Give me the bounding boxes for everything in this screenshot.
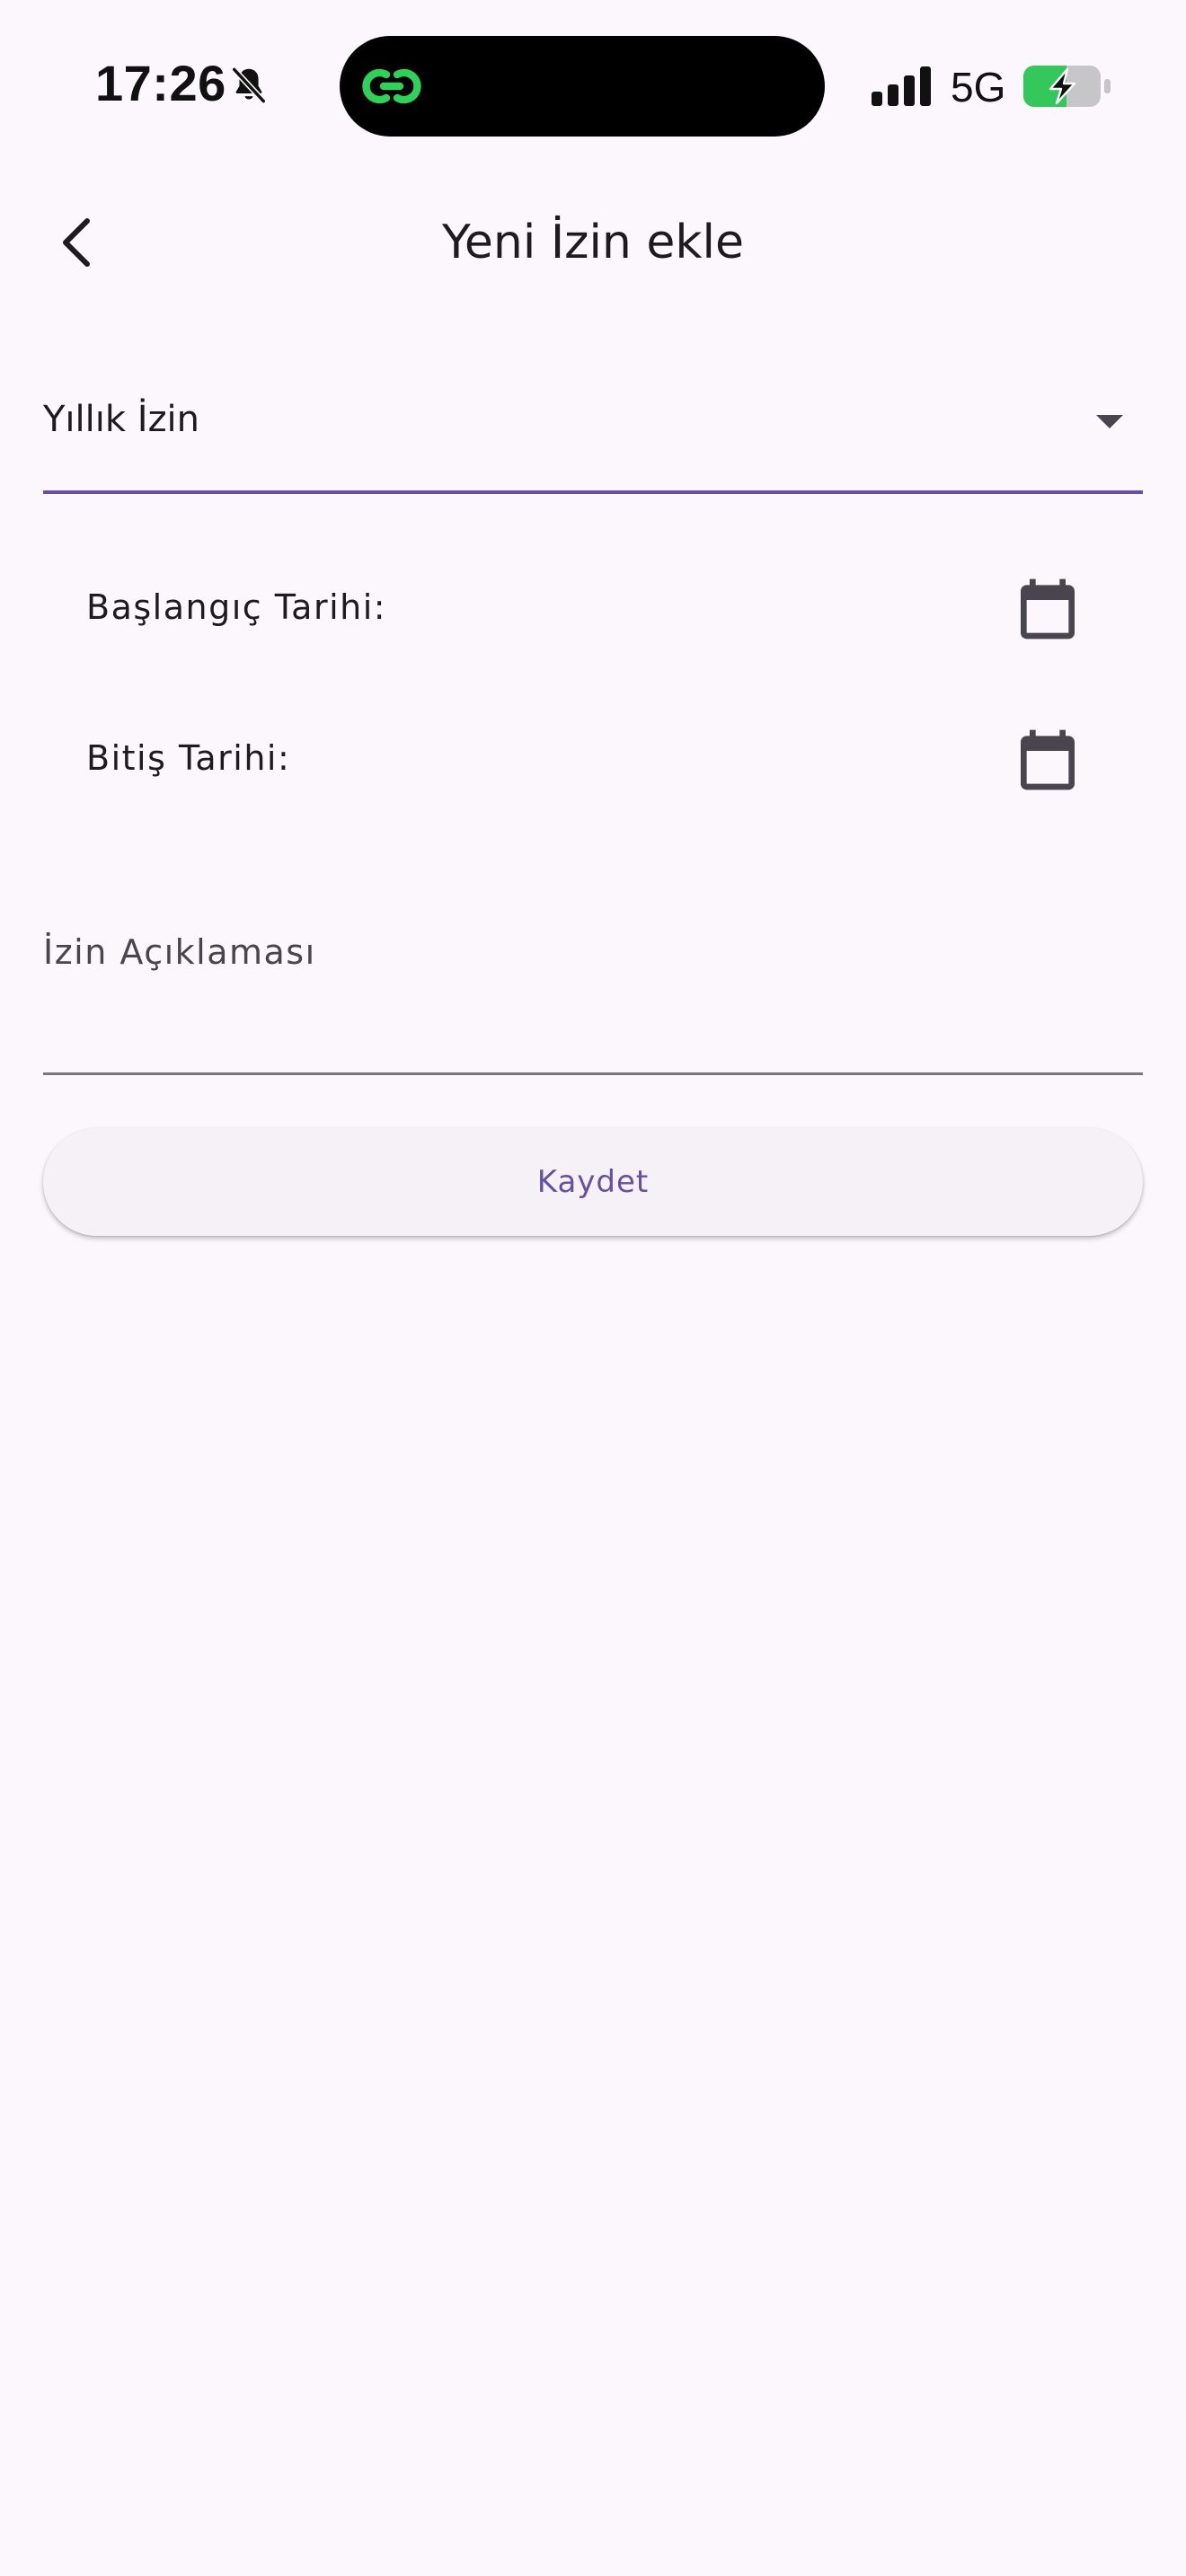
leave-type-dropdown[interactable]: Yıllık İzin: [43, 377, 1143, 494]
link-icon: [362, 68, 421, 104]
end-date-label: Bitiş Tarihi:: [86, 738, 291, 778]
back-button[interactable]: [36, 198, 117, 287]
description-field[interactable]: İzin Açıklaması: [43, 907, 1143, 1075]
battery-charging-icon: [1023, 66, 1111, 107]
chevron-left-icon: [63, 218, 90, 267]
status-bar: 17:26 5G: [0, 0, 1186, 153]
save-button[interactable]: Kaydet: [43, 1128, 1143, 1236]
dropdown-arrow-icon: [1096, 415, 1123, 428]
end-date-row: Bitiş Tarihi:: [43, 711, 1143, 810]
start-date-row: Başlangıç Tarihi:: [43, 560, 1143, 659]
bell-slash-icon: [231, 66, 267, 104]
screen: 17:26 5G Yeni İzin ekle Yıllık İzin Başl…: [0, 0, 1186, 2576]
start-date-calendar-icon[interactable]: [1012, 573, 1084, 645]
status-time: 17:26: [95, 55, 226, 111]
leave-type-value: Yıllık İzin: [43, 399, 200, 440]
page-title: Yeni İzin ekle: [442, 216, 744, 269]
end-date-calendar-icon[interactable]: [1012, 724, 1084, 796]
cellular-signal-icon: [872, 66, 931, 106]
network-type: 5G: [951, 64, 1006, 110]
save-button-label: Kaydet: [536, 1164, 650, 1200]
description-label: İzin Açıklaması: [43, 932, 316, 972]
app-bar: Yeni İzin ekle: [0, 180, 1186, 305]
start-date-label: Başlangıç Tarihi:: [86, 587, 387, 627]
